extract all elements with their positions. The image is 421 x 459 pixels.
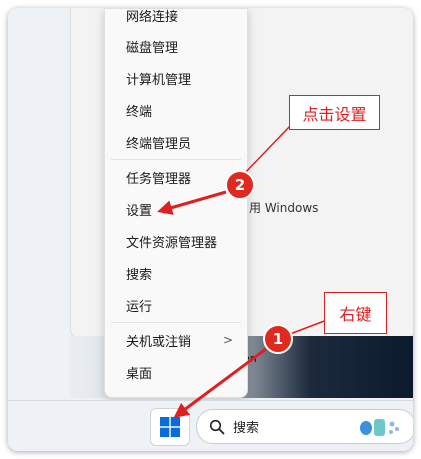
- menu-item-network-connections[interactable]: 网络连接: [105, 8, 247, 30]
- windows-logo-icon: [160, 417, 180, 437]
- menu-item-search[interactable]: 搜索: [105, 258, 247, 288]
- desktop-screen: 用 Windows hen 网络连接 磁盘管理 计算机管理 终端 终端管理员 任…: [8, 8, 413, 451]
- menu-item-run[interactable]: 运行: [105, 290, 247, 320]
- menu-item-file-explorer[interactable]: 文件资源管理器: [105, 226, 247, 256]
- search-icon: [209, 419, 225, 434]
- taskbar-search-box[interactable]: 搜索: [196, 409, 413, 444]
- winx-context-menu: 网络连接 磁盘管理 计算机管理 终端 终端管理员 任务管理器 设置 文件资源管理…: [104, 8, 248, 398]
- menu-separator: [111, 322, 241, 323]
- start-button[interactable]: [150, 408, 190, 446]
- menu-item-terminal-admin[interactable]: 终端管理员: [105, 127, 247, 157]
- menu-item-shutdown-signout[interactable]: 关机或注销 >: [105, 325, 247, 355]
- step-badge-2: 2: [225, 170, 255, 200]
- menu-item-desktop[interactable]: 桌面: [105, 357, 247, 387]
- callout-click-settings: 点击设置: [289, 95, 380, 130]
- start-panel-partial-text: 用 Windows: [249, 201, 319, 215]
- step-badge-1: 1: [263, 324, 293, 354]
- callout-right-click: 右键: [324, 292, 387, 334]
- menu-item-disk-management[interactable]: 磁盘管理: [105, 31, 247, 61]
- taskbar: 搜索: [8, 400, 413, 451]
- menu-item-computer-management[interactable]: 计算机管理: [105, 63, 247, 93]
- menu-item-terminal[interactable]: 终端: [105, 95, 247, 125]
- menu-separator: [111, 159, 241, 160]
- search-highlight-icon: [360, 419, 399, 436]
- chevron-right-icon: >: [222, 333, 233, 347]
- menu-item-settings[interactable]: 设置: [105, 194, 247, 224]
- search-box-label: 搜索: [233, 421, 260, 436]
